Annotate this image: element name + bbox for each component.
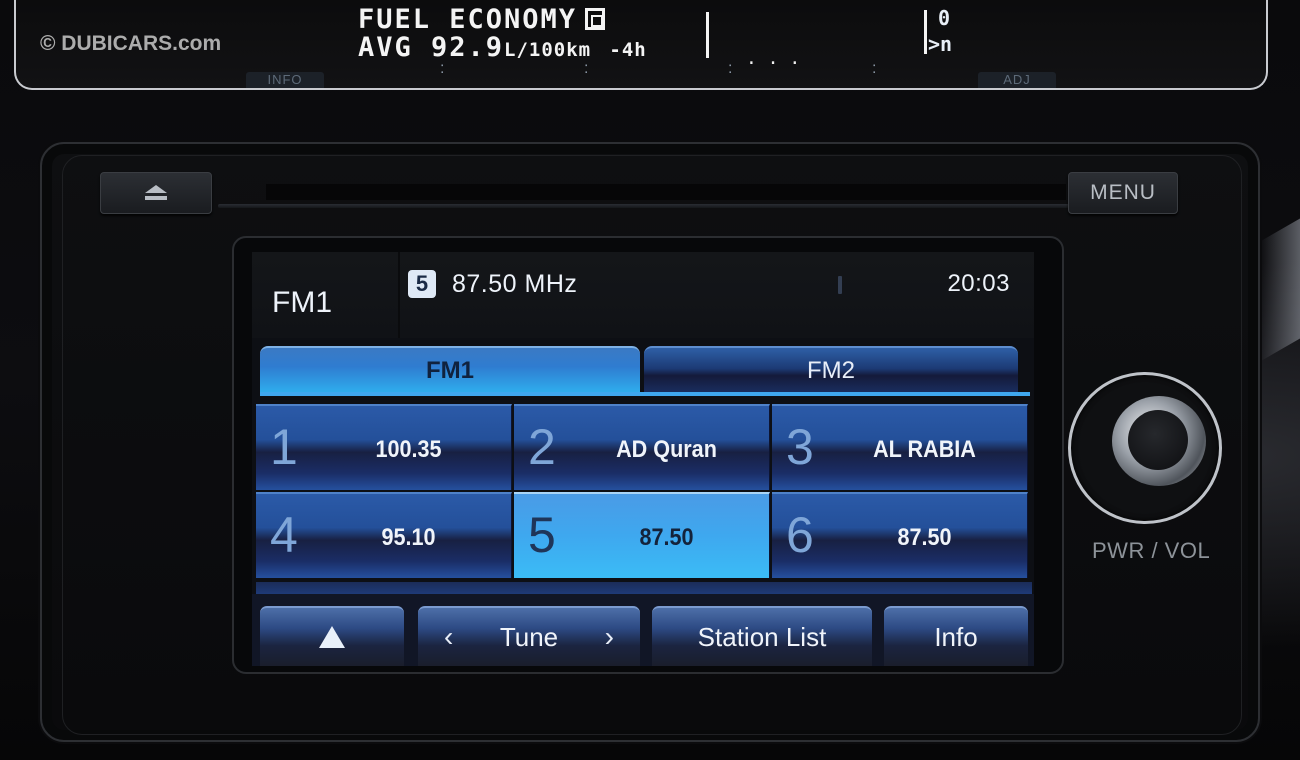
- eject-icon: [145, 185, 167, 201]
- tune-label: Tune: [499, 621, 559, 652]
- up-arrow-icon: [319, 626, 345, 648]
- info-softkey[interactable]: INFO: [246, 72, 324, 88]
- preset-number: 3: [786, 419, 814, 475]
- lcd-separator: :: [872, 60, 877, 77]
- preset-number: 1: [270, 419, 298, 475]
- preset-3[interactable]: 3 AL RABIA: [772, 404, 1028, 490]
- preset-1[interactable]: 1 100.35: [256, 404, 512, 490]
- lcd-separator: :: [584, 60, 589, 77]
- display-mode-icon: [585, 8, 606, 30]
- band-tabs: FM1 FM2: [260, 346, 1030, 396]
- preset-station: AD Quran: [616, 436, 717, 463]
- clock: 20:03: [947, 270, 1010, 297]
- lcd-divider: [706, 12, 709, 58]
- info-button[interactable]: Info: [884, 606, 1028, 666]
- menu-button[interactable]: MENU: [1068, 172, 1178, 214]
- lcd-gauge-mark: [924, 10, 927, 54]
- watermark: © DUBICARS.com: [40, 32, 222, 55]
- preset-2[interactable]: 2 AD Quran: [514, 404, 770, 490]
- scroll-up-button[interactable]: [260, 606, 404, 666]
- tab-fm1[interactable]: FM1: [260, 346, 640, 394]
- tab-fm2[interactable]: FM2: [644, 346, 1018, 394]
- power-button[interactable]: [1128, 410, 1188, 470]
- lcd-right-bottom: >n: [928, 32, 953, 56]
- fuel-economy-title: FUEL ECONOMY: [358, 4, 606, 35]
- radio-screen: FM1 5 87.50 MHz 20:03 FM1 FM2 1 100.35 2…: [252, 252, 1034, 666]
- tune-up-button[interactable]: ›: [605, 621, 614, 653]
- preset-station: 87.50: [897, 524, 952, 551]
- disc-slot: [98, 170, 1186, 218]
- preset-station: AL RABIA: [873, 436, 976, 463]
- preset-station: 100.35: [375, 436, 442, 463]
- knob-label: PWR / VOL: [1092, 538, 1211, 563]
- bluetooth-icon: [838, 276, 842, 294]
- preset-number: 5: [528, 507, 556, 563]
- band-label: FM1: [272, 286, 332, 319]
- preset-4[interactable]: 4 95.10: [256, 492, 512, 578]
- fuel-economy-value: AVG 92.9L/100km -4h: [358, 32, 647, 63]
- lcd-separator: :: [440, 60, 445, 77]
- lcd-dots: . . .: [746, 48, 801, 69]
- preset-number: 6: [786, 507, 814, 563]
- action-bar: ‹ Tune › Station List Info: [252, 594, 1034, 666]
- preset-6[interactable]: 6 87.50: [772, 492, 1028, 578]
- current-preset-badge: 5: [408, 270, 436, 298]
- preset-number: 2: [528, 419, 556, 475]
- tune-down-button[interactable]: ‹: [444, 621, 453, 653]
- adj-softkey[interactable]: ADJ: [978, 72, 1056, 88]
- eject-button[interactable]: [100, 172, 212, 214]
- lcd-right-top: 0: [938, 6, 951, 30]
- status-bar: FM1 5 87.50 MHz 20:03: [252, 252, 1034, 338]
- preset-station: 95.10: [381, 524, 436, 551]
- preset-station: 87.50: [639, 524, 694, 551]
- station-list-button[interactable]: Station List: [652, 606, 872, 666]
- preset-5[interactable]: 5 87.50: [514, 492, 770, 578]
- dashboard-reflection: [1260, 218, 1300, 362]
- tune-control: ‹ Tune ›: [418, 606, 640, 666]
- lcd-separator: :: [728, 60, 733, 77]
- preset-number: 4: [270, 507, 298, 563]
- preset-grid: 1 100.35 2 AD Quran 3 AL RABIA 4 95.10 5…: [256, 404, 1032, 582]
- current-frequency: 87.50 MHz: [452, 270, 578, 298]
